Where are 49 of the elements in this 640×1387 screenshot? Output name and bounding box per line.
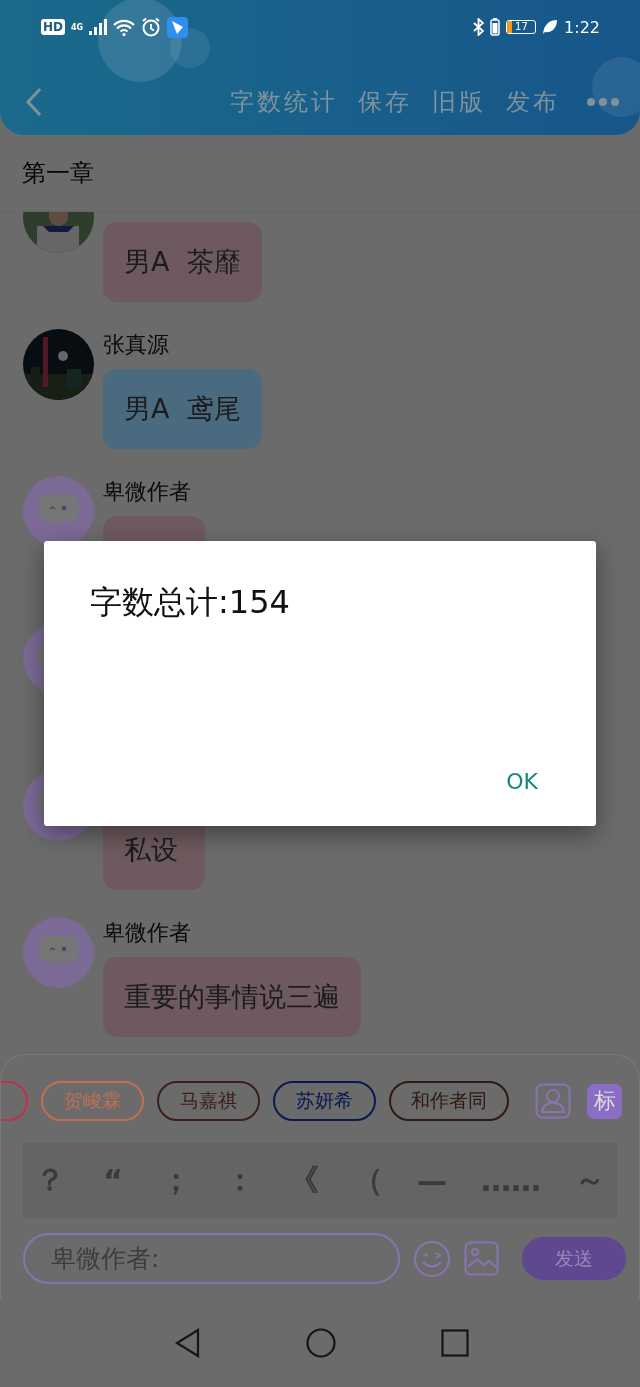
sender-name: 卑微作者 xyxy=(103,920,191,945)
punctuation-key[interactable]: ～ xyxy=(571,1160,609,1201)
alarm-icon xyxy=(141,17,162,37)
emoji-icon[interactable] xyxy=(413,1239,451,1278)
speech-bubble-avatar xyxy=(23,917,94,988)
recents-icon[interactable] xyxy=(441,1328,470,1357)
sender-name: 卑微作者 xyxy=(103,479,191,504)
punctuation-key[interactable]: 《 xyxy=(285,1160,323,1201)
toolbar-action[interactable]: 旧版 xyxy=(432,86,486,118)
punctuation-key[interactable]: ； xyxy=(157,1160,195,1201)
punctuation-key[interactable]: （ xyxy=(349,1160,387,1201)
app-icon xyxy=(167,16,189,38)
punctuation-key[interactable]: ？ xyxy=(31,1160,69,1201)
leaf-icon xyxy=(542,19,559,35)
ok-button[interactable]: OK xyxy=(490,763,554,800)
battery-icon xyxy=(490,18,501,36)
punctuation-key[interactable]: — xyxy=(413,1163,451,1198)
signal-icon xyxy=(89,19,108,35)
character-tag[interactable]: 马嘉祺 xyxy=(157,1081,260,1121)
more-icon[interactable] xyxy=(586,97,620,107)
toolbar-action[interactable]: 字数统计 xyxy=(230,86,338,118)
battery-level: 17 xyxy=(506,20,537,34)
tag-button[interactable]: 标 xyxy=(587,1083,622,1119)
image-icon[interactable] xyxy=(464,1241,499,1276)
message-bubble: 重要的事情说三遍 xyxy=(103,957,361,1037)
send-button[interactable]: 发送 xyxy=(522,1237,626,1280)
punctuation-key[interactable]: “ xyxy=(95,1163,131,1198)
punctuation-key[interactable]: …… xyxy=(477,1163,545,1198)
back-icon[interactable] xyxy=(24,86,44,118)
toolbar-action[interactable]: 保存 xyxy=(358,86,412,118)
character-tag[interactable]: 和作者同 xyxy=(389,1081,509,1121)
punctuation-key[interactable]: ： xyxy=(221,1160,259,1201)
message-bubble: 男A 鸢尾 xyxy=(103,369,262,449)
toolbar-action[interactable]: 发布 xyxy=(506,86,560,118)
chapter-title: 第一章 xyxy=(22,158,94,189)
wifi-icon xyxy=(113,18,136,36)
character-tag[interactable]: 贺峻霖 xyxy=(41,1081,144,1121)
hd-badge: HD xyxy=(41,19,65,35)
home-icon[interactable] xyxy=(306,1327,336,1358)
person-icon[interactable] xyxy=(535,1083,571,1119)
character-tag[interactable]: 苏妍希 xyxy=(273,1081,376,1121)
sender-name: 张真源 xyxy=(103,332,169,357)
speech-bubble-avatar xyxy=(23,476,94,547)
back-icon[interactable] xyxy=(174,1327,201,1358)
word-count-message: 字数总计:154 xyxy=(90,582,291,623)
clock-time: 1:22 xyxy=(564,17,600,37)
message-bubble: 男A 茶靡 xyxy=(103,222,262,302)
bluetooth-icon xyxy=(473,18,485,36)
network-label: 4G xyxy=(71,22,84,32)
